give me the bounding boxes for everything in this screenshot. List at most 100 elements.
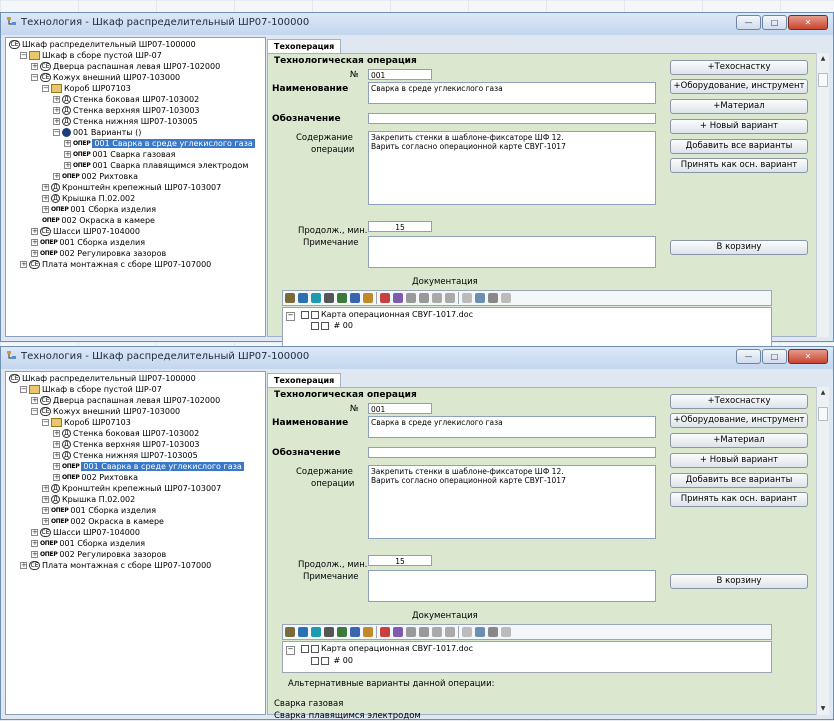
tree-item[interactable]: + ОПЕР 001 Сварка газовая (64, 149, 175, 160)
doc-toolbar-icon[interactable] (350, 627, 360, 637)
expand-icon[interactable]: + (53, 173, 60, 180)
expand-icon[interactable]: + (64, 151, 71, 158)
doc-toolbar-icon[interactable] (337, 627, 347, 637)
tree-item[interactable]: − Короб ШР07103 (42, 83, 131, 94)
title-bar[interactable]: Технология - Шкаф распределительный ШР07… (1, 347, 833, 369)
expand-icon[interactable]: + (42, 195, 49, 202)
doc-row[interactable]: − Карта операционная СВУГ-1017.doc (286, 309, 473, 321)
add-equipment-button[interactable]: +Оборудование, инструмент (670, 413, 808, 428)
doc-toolbar-icon[interactable] (475, 293, 485, 303)
tree-item[interactable]: + ОПЕР 001 Сборка изделия (31, 538, 145, 549)
tree-item[interactable]: + CE Дверца распашная левая ШР07-102000 (31, 61, 220, 72)
checkbox-icon[interactable] (311, 310, 319, 319)
checkbox-icon[interactable] (311, 644, 319, 653)
doc-toolbar-icon[interactable] (285, 293, 295, 303)
alt-variant-item[interactable]: Сварка газовая (274, 699, 343, 709)
tree-item[interactable]: + CE Шасси ШР07-104000 (31, 226, 140, 237)
tree-item[interactable]: + Д Кронштейн крепежный ШР07-103007 (42, 182, 221, 193)
tree-item[interactable]: + ОПЕР 001 Сварка в среде углекислого газа (53, 461, 244, 472)
tab-operation[interactable]: Техоперация (267, 39, 342, 54)
expand-icon[interactable]: + (42, 496, 49, 503)
expand-icon[interactable]: + (31, 397, 38, 404)
doc-toolbar-icon[interactable] (419, 627, 429, 637)
checkbox-icon[interactable] (321, 656, 329, 665)
checkbox-icon[interactable] (311, 656, 319, 665)
doc-toolbar-icon[interactable] (337, 293, 347, 303)
tree-item[interactable]: + ОПЕР 002 Рихтовка (53, 171, 138, 182)
expand-icon[interactable]: + (42, 518, 49, 525)
name-field[interactable]: Сварка в среде углекислого газа (368, 82, 656, 104)
checkbox-icon[interactable] (301, 644, 309, 653)
tree-item[interactable]: CE Шкаф распределительный ШР07-100000 (9, 373, 196, 384)
number-field[interactable]: 001 (368, 403, 432, 414)
expand-icon[interactable]: + (53, 96, 60, 103)
tree-item[interactable]: + CE Плата монтажная с сборе ШР07-107000 (20, 259, 211, 270)
expand-icon[interactable]: + (42, 184, 49, 191)
expand-icon[interactable]: + (53, 430, 60, 437)
checkbox-icon[interactable] (321, 321, 329, 330)
tree-item[interactable]: + CE Плата монтажная с сборе ШР07-107000 (20, 560, 211, 571)
maximize-button[interactable]: □ (762, 15, 787, 30)
doc-toolbar-icon[interactable] (488, 627, 498, 637)
doc-toolbar-icon[interactable] (298, 627, 308, 637)
structure-tree[interactable]: CE Шкаф распределительный ШР07-100000− Шка… (5, 37, 266, 337)
tree-item[interactable]: − Шкаф в сборе пустой ШР-07 (20, 50, 162, 61)
tree-item[interactable]: − Шкаф в сборе пустой ШР-07 (20, 384, 162, 395)
tree-item[interactable]: CE Шкаф распределительный ШР07-100000 (9, 39, 196, 50)
expand-icon[interactable]: + (53, 441, 60, 448)
scroll-thumb[interactable] (818, 73, 828, 87)
minimize-button[interactable]: — (736, 15, 761, 30)
alt-variant-item[interactable]: Сварка плавящимся электродом (274, 711, 421, 721)
name-field[interactable]: Сварка в среде углекислого газа (368, 416, 656, 438)
add-tooling-button[interactable]: +Техоснастку (670, 394, 808, 409)
tree-item[interactable]: + Д Стенка верхняя ШР07-103003 (53, 439, 200, 450)
tree-item[interactable]: + ОПЕР 001 Сборка изделия (31, 237, 145, 248)
doc-subrow[interactable]: # 00 (311, 655, 353, 666)
duration-field[interactable]: 15 (368, 555, 432, 566)
add-equipment-button[interactable]: +Оборудование, инструмент (670, 79, 808, 94)
tree-item[interactable]: + CE Дверца распашная левая ШР07-102000 (31, 395, 220, 406)
tree-item[interactable]: + ОПЕР 001 Сварка плавящимся электродом (64, 160, 248, 171)
tree-item[interactable]: + ОПЕР 002 Рихтовка (53, 472, 138, 483)
scroll-down-icon[interactable]: ▼ (817, 703, 829, 715)
expand-icon[interactable]: + (31, 529, 38, 536)
expand-icon[interactable]: + (31, 540, 38, 547)
doc-toolbar-icon[interactable] (432, 627, 442, 637)
scroll-up-icon[interactable]: ▲ (817, 387, 829, 399)
add-material-button[interactable]: +Материал (670, 99, 808, 114)
number-field[interactable]: 001 (368, 69, 432, 80)
doc-toolbar-icon[interactable] (363, 627, 373, 637)
add-all-variants-button[interactable]: Добавить все варианты (670, 139, 808, 154)
maximize-button[interactable]: □ (762, 349, 787, 364)
note-field[interactable] (368, 236, 656, 268)
tree-item[interactable]: − 001 Варианты () (53, 127, 141, 138)
minimize-button[interactable]: — (736, 349, 761, 364)
collapse-icon[interactable]: − (31, 408, 38, 415)
new-variant-button[interactable]: + Новый вариант (670, 453, 808, 468)
close-button[interactable]: ✕ (788, 349, 828, 364)
tree-item[interactable]: + ОПЕР 002 Регулировка зазоров (31, 549, 166, 560)
doc-toolbar-icon[interactable] (445, 293, 455, 303)
content-field[interactable]: Закрепить стенки в шаблоне-фиксаторе ШФ … (368, 131, 656, 205)
expand-icon[interactable]: + (53, 452, 60, 459)
add-all-variants-button[interactable]: Добавить все варианты (670, 473, 808, 488)
tree-item[interactable]: ОПЕР 002 Окраска в камере (42, 215, 155, 226)
collapse-icon[interactable]: − (42, 419, 49, 426)
note-field[interactable] (368, 570, 656, 602)
tree-item[interactable]: + Д Стенка нижняя ШР07-103005 (53, 450, 198, 461)
doc-toolbar-icon[interactable] (380, 627, 390, 637)
expand-icon[interactable]: + (20, 261, 27, 268)
tree-item[interactable]: + CE Шасси ШР07-104000 (31, 527, 140, 538)
expand-icon[interactable]: + (64, 162, 71, 169)
expand-icon[interactable]: + (53, 118, 60, 125)
expand-icon[interactable]: + (64, 140, 71, 147)
doc-toolbar-icon[interactable] (324, 627, 334, 637)
tree-item[interactable]: + Д Стенка боковая ШР07-103002 (53, 94, 199, 105)
structure-tree[interactable]: CE Шкаф распределительный ШР07-100000− Шка… (5, 371, 266, 715)
accept-main-variant-button[interactable]: Принять как осн. вариант (670, 492, 808, 507)
tree-item[interactable]: + Д Стенка нижняя ШР07-103005 (53, 116, 198, 127)
doc-toolbar-icon[interactable] (393, 627, 403, 637)
doc-toolbar-icon[interactable] (380, 293, 390, 303)
expand-icon[interactable]: + (53, 474, 60, 481)
content-field[interactable]: Закрепить стенки в шаблоне-фиксаторе ШФ … (368, 465, 656, 539)
